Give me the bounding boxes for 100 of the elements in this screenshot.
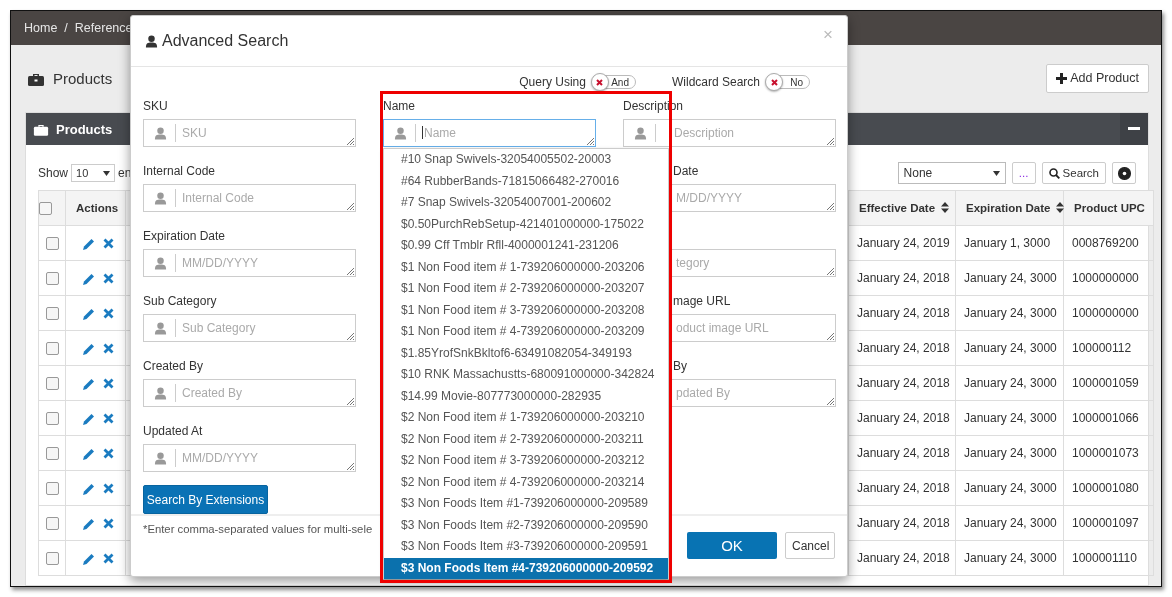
delete-icon	[103, 378, 114, 390]
table-cell: 1000001059	[1072, 376, 1139, 390]
resize-grip-icon	[345, 136, 354, 145]
settings-button[interactable]	[1112, 162, 1136, 184]
pencil-icon	[83, 412, 95, 425]
checkbox[interactable]	[45, 237, 59, 251]
cancel-button[interactable]: Cancel	[785, 532, 835, 559]
cross-icon	[596, 78, 604, 86]
table-cell: January 24, 3000	[964, 271, 1057, 285]
filter-select[interactable]: None	[897, 162, 1006, 184]
checkbox[interactable]	[45, 517, 59, 531]
caret-icon	[103, 170, 111, 176]
checkbox[interactable]	[45, 342, 59, 356]
dropdown-option[interactable]: $3 Non Foods Item #1-739206000000-209589	[384, 493, 668, 515]
table-cell: January 24, 3000	[964, 551, 1057, 565]
delete-icon	[103, 273, 114, 285]
field-label: SKU	[143, 99, 169, 115]
table-cell: January 24, 3000	[964, 516, 1057, 530]
delete-icon	[103, 343, 114, 355]
table-cell: 1000001080	[1072, 481, 1139, 495]
ok-button[interactable]: OK	[687, 532, 777, 559]
checkbox[interactable]	[45, 482, 59, 496]
search-by-extensions-button[interactable]: Search By Extensions	[143, 485, 268, 514]
panel-title: Products	[56, 121, 113, 137]
checkbox[interactable]	[45, 377, 59, 391]
pencil-icon	[83, 307, 95, 320]
dialog-title: Advanced Search	[162, 32, 289, 50]
delete-icon	[103, 448, 114, 460]
resize-grip-icon	[585, 136, 594, 145]
table-cell: 1000000000	[1072, 306, 1139, 320]
user-icon	[154, 126, 167, 140]
minus-icon	[1128, 127, 1140, 131]
resize-grip-icon	[825, 201, 834, 210]
resize-grip-icon	[345, 201, 354, 210]
checkbox[interactable]	[45, 307, 59, 321]
collapse-button[interactable]	[1120, 113, 1148, 145]
checkbox[interactable]	[45, 552, 59, 566]
delete-icon	[103, 483, 114, 495]
checkbox[interactable]	[45, 447, 59, 461]
search-button[interactable]: Search	[1041, 162, 1106, 184]
table-cell: January 24, 2018	[857, 411, 950, 425]
dropdown-option[interactable]: $2 Non Food item # 2-739206000000-203211	[384, 428, 668, 450]
table-cell: January 24, 3000	[964, 306, 1057, 320]
toggle-switch[interactable]: And	[591, 75, 636, 89]
table-cell: January 24, 2018	[857, 481, 950, 495]
table-cell: 1000001073	[1072, 446, 1139, 460]
page-title: Products	[53, 70, 113, 87]
caret-icon	[992, 170, 1000, 176]
pencil-icon	[83, 482, 95, 495]
resize-grip-icon	[345, 461, 354, 470]
table-cell: January 24, 3000	[964, 341, 1057, 355]
add-product-button[interactable]: Add Product	[1046, 63, 1149, 93]
dropdown-option[interactable]: #10 Snap Swivels-32054005502-20003	[384, 149, 668, 171]
field-label: Updated At	[143, 424, 204, 440]
pencil-icon	[83, 342, 95, 355]
dropdown-option[interactable]: $3 Non Foods Item #4-739206000000-209592	[384, 557, 668, 579]
table-cell: 1000000000	[1072, 271, 1139, 285]
toggle-switch[interactable]: No	[766, 75, 810, 89]
table-cell: January 24, 2018	[857, 446, 950, 460]
dropdown-option[interactable]: $3 Non Foods Item #2-739206000000-209590	[384, 514, 668, 536]
table-cell: 1000001097	[1072, 516, 1139, 530]
breadcrumb-link[interactable]: Reference	[74, 21, 133, 35]
show-label: Show	[38, 166, 69, 180]
resize-grip-icon	[825, 136, 834, 145]
delete-icon	[103, 553, 114, 565]
table-cell: January 24, 3000	[964, 446, 1057, 460]
dropdown-option[interactable]: $0.50PurchRebSetup-421401000000-175022	[384, 213, 668, 235]
checkbox[interactable]	[45, 272, 59, 286]
delete-icon	[103, 413, 114, 425]
footnote-text: *Enter comma-separated values for multi-sele	[143, 523, 373, 535]
field-label: Date	[672, 164, 700, 180]
breadcrumb-link[interactable]: Home	[24, 21, 58, 35]
table-cell: January 24, 3000	[964, 411, 1057, 425]
user-icon	[394, 126, 407, 140]
delete-icon	[103, 308, 114, 320]
resize-grip-icon	[825, 266, 834, 275]
delete-icon	[103, 238, 114, 250]
table-cell: January 24, 2018	[857, 516, 950, 530]
dropdown-option[interactable]: $3 Non Foods Item #3-739206000000-209591	[384, 536, 668, 558]
resize-grip-icon	[345, 331, 354, 340]
dropdown-option[interactable]: $2 Non Food item # 3-739206000000-203212	[384, 450, 668, 472]
pencil-icon	[83, 552, 95, 565]
field-label: Sub Category	[143, 294, 218, 310]
table-cell: January 1, 3000	[964, 236, 1051, 250]
checkbox[interactable]	[45, 412, 59, 426]
checkbox[interactable]	[39, 202, 52, 216]
user-icon	[154, 321, 167, 335]
table-cell: January 24, 2018	[857, 306, 950, 320]
resize-grip-icon	[825, 331, 834, 340]
page-size-select[interactable]: 10	[71, 164, 116, 182]
user-icon	[634, 126, 647, 140]
table-cell: January 24, 2018	[857, 376, 950, 390]
plus-icon	[1056, 72, 1068, 84]
more-button[interactable]: ...	[1011, 162, 1036, 184]
dropdown-option[interactable]: $1 Non Food item # 2-739206000000-203207	[384, 278, 668, 300]
search-icon	[1048, 167, 1060, 179]
toggle-label: Query Using	[519, 75, 586, 89]
dropdown-option[interactable]: $2 Non Food item # 4-739206000000-203214	[384, 471, 668, 493]
dropdown-option[interactable]: $2 Non Food item # 1-739206000000-203210	[384, 407, 668, 429]
toggle-label: Wildcard Search	[671, 75, 760, 89]
